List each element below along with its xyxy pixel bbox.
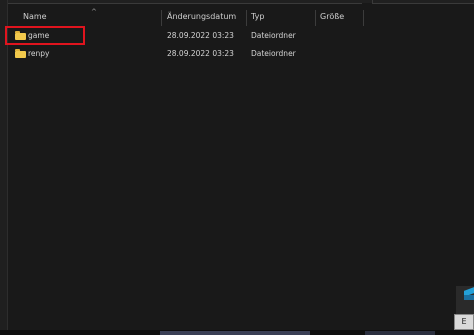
column-separator[interactable] xyxy=(315,10,316,26)
corner-tile[interactable]: E xyxy=(454,314,474,330)
file-row-renpy[interactable]: renpy 28.09.2022 03:23 Dateiordner xyxy=(8,45,360,62)
column-header-size[interactable]: Größe xyxy=(320,8,344,28)
column-separator[interactable] xyxy=(246,10,247,26)
column-header-type[interactable]: Typ xyxy=(251,8,264,28)
file-type: Dateiordner xyxy=(251,49,296,58)
file-date: 28.09.2022 03:23 xyxy=(167,31,234,40)
taskbar-item[interactable] xyxy=(160,331,310,335)
file-name: renpy xyxy=(28,49,50,58)
search-box-edge[interactable] xyxy=(372,0,474,4)
address-bar-edge[interactable] xyxy=(0,0,362,4)
navigation-pane-edge[interactable] xyxy=(0,0,8,335)
column-header-name[interactable]: Name xyxy=(23,8,47,28)
file-type: Dateiordner xyxy=(251,31,296,40)
selection-highlight-box xyxy=(5,26,85,45)
app-logo-icon[interactable] xyxy=(464,287,474,301)
file-date: 28.09.2022 03:23 xyxy=(167,49,234,58)
column-header-date[interactable]: Änderungsdatum xyxy=(167,8,236,28)
sort-arrow-icon: ^ xyxy=(91,8,97,16)
taskbar-item[interactable] xyxy=(365,331,435,335)
folder-icon xyxy=(15,49,26,58)
column-separator[interactable] xyxy=(161,10,162,26)
column-header-row: ^ Name Änderungsdatum Typ Größe xyxy=(8,8,474,28)
top-strip xyxy=(0,0,474,4)
taskbar xyxy=(0,330,474,335)
column-separator[interactable] xyxy=(363,10,364,26)
